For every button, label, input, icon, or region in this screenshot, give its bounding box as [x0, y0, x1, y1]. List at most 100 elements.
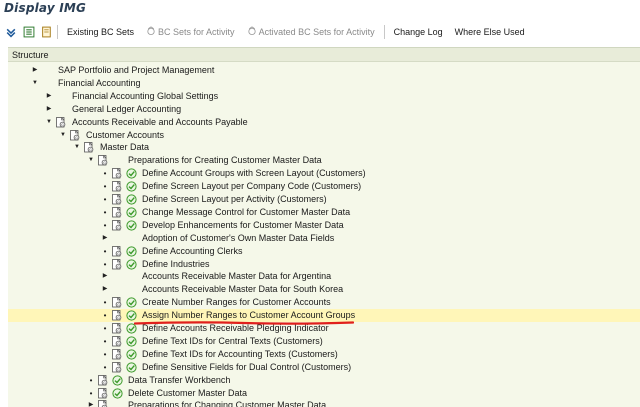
tree-node-general-ledger-accounting[interactable]: ▶ General Ledger Accounting [8, 103, 640, 116]
execute-activity-icon[interactable] [126, 245, 137, 257]
bc-set-doc-icon[interactable]: G [112, 323, 123, 334]
tree-node-label: Assign Number Ranges to Customer Account… [142, 310, 356, 321]
activated-bc-sets-for-activity-button[interactable]: Activated BC Sets for Activity [241, 23, 381, 41]
collapsed-triangle-icon[interactable]: ▶ [30, 64, 40, 77]
tree-node-adoption-of-customer-s-own-master-data-fields[interactable]: ▶ Adoption of Customer's Own Master Data … [8, 232, 640, 245]
execute-activity-icon[interactable] [126, 207, 137, 218]
tree-node-define-text-ids-for-accounting-texts-customers[interactable]: • G Define Text IDs for Accounting Texts (… [8, 348, 640, 361]
bc-set-doc-icon[interactable]: G [112, 348, 123, 360]
bc-set-doc-icon[interactable]: G [112, 206, 123, 218]
document-icon: G [98, 374, 108, 385]
svg-text:G: G [75, 136, 78, 140]
tree-node-preparations-for-creating-customer-master-data[interactable]: ▼ G Preparations for Creating Customer Mas… [8, 154, 640, 167]
tree-node-label: Accounts Receivable Master Data for Sout… [142, 284, 344, 295]
tree-node-sap-portfolio-and-project-management[interactable]: ▶ SAP Portfolio and Project Management [8, 64, 640, 77]
leaf-bullet-icon: • [103, 195, 107, 204]
tree-node-define-text-ids-for-central-texts-customers[interactable]: • G Define Text IDs for Central Texts (Cus… [8, 335, 640, 348]
collapsed-triangle-icon[interactable]: ▶ [100, 232, 110, 245]
expanded-triangle-icon[interactable]: ▼ [44, 116, 54, 129]
collapsed-triangle-icon[interactable]: ▶ [44, 103, 54, 116]
bc-set-doc-icon[interactable]: G [98, 400, 109, 407]
expand-icon-button[interactable] [4, 25, 18, 39]
existing-bc-sets-label: Existing BC Sets [67, 27, 135, 37]
notes-icon-button[interactable] [40, 25, 54, 39]
bc-set-doc-icon[interactable]: G [112, 310, 123, 321]
execute-activity-icon[interactable] [126, 168, 137, 179]
expanded-triangle-icon[interactable]: ▼ [58, 129, 68, 142]
leaf-bullet-icon: • [103, 324, 107, 333]
bc-set-doc-icon[interactable]: G [112, 181, 123, 192]
collapsed-triangle-icon[interactable]: ▶ [44, 90, 54, 103]
execute-activity-icon[interactable] [112, 374, 123, 386]
svg-text:G: G [117, 187, 120, 191]
execute-activity-icon[interactable] [126, 220, 137, 231]
tree-node-create-number-ranges-for-customer-accounts[interactable]: • G Create Number Ranges for Customer Acco… [8, 296, 640, 309]
tree-node-define-accounting-clerks[interactable]: • G Define Accounting Clerks [8, 245, 640, 258]
execute-activity-icon[interactable] [126, 362, 137, 373]
collapsed-triangle-icon[interactable]: ▶ [100, 270, 110, 283]
tree-node-develop-enhancements-for-customer-master-data[interactable]: • G Develop Enhancements for Customer Mast… [8, 219, 640, 232]
tree-node-preparations-for-changing-customer-master-data[interactable]: ▶G Preparations for Changing Customer Mas… [8, 399, 640, 407]
tree-node-accounts-receivable-and-accounts-payable[interactable]: ▼ G Accounts Receivable and Accounts Payab… [8, 116, 640, 129]
tree-node-define-industries[interactable]: • G Define Industries [8, 258, 640, 271]
svg-text:G: G [117, 265, 120, 269]
tree-node-customer-accounts[interactable]: ▼ G Customer Accounts [8, 129, 640, 142]
expanded-triangle-icon[interactable]: ▼ [30, 77, 40, 90]
document-icon: G [112, 194, 122, 205]
tree-node-define-sensitive-fields-for-dual-control-customers[interactable]: • G Define Sensitive Fields for Dual Contr… [8, 361, 640, 374]
tree-node-define-account-groups-with-screen-layout-customers[interactable]: • G Define Account Groups with Screen Layo… [8, 167, 640, 180]
where-else-used-button[interactable]: Where Else Used [449, 23, 531, 41]
tree-node-define-screen-layout-per-activity-customers[interactable]: • G Define Screen Layout per Activity (Cus… [8, 193, 640, 206]
bc-set-doc-icon[interactable]: G [98, 387, 109, 399]
execute-activity-icon[interactable] [126, 336, 137, 347]
tree-node-define-screen-layout-per-company-code-customers[interactable]: • G Define Screen Layout per Company Code … [8, 180, 640, 193]
tree-node-accounts-receivable-master-data-for-south-korea[interactable]: ▶ Accounts Receivable Master Data for Sou… [8, 283, 640, 296]
execute-activity-icon[interactable] [126, 181, 137, 192]
tree-node-label: Define Screen Layout per Company Code (C… [142, 181, 362, 192]
tree-node-label: Master Data [100, 142, 150, 153]
bc-set-doc-icon[interactable]: G [112, 297, 123, 308]
bc-set-doc-icon[interactable]: G [112, 361, 123, 373]
bc-set-doc-icon[interactable]: G [112, 245, 123, 257]
bc-set-doc-icon[interactable]: G [98, 374, 109, 386]
bc-sets-for-activity-button[interactable]: BC Sets for Activity [140, 23, 241, 41]
collapsed-triangle-icon[interactable]: ▶ [100, 283, 110, 296]
tree-node-master-data[interactable]: ▼ G Master Data [8, 141, 640, 154]
bc-set-doc-icon[interactable]: G [112, 258, 123, 270]
execute-activity-icon[interactable] [126, 258, 137, 270]
bc-set-doc-icon[interactable]: G [112, 219, 123, 231]
execute-check-icon [126, 310, 137, 321]
bc-set-doc-icon[interactable]: G [112, 194, 123, 205]
bc-set-doc-icon[interactable]: G [70, 129, 81, 141]
tree-node-accounts-receivable-master-data-for-argentina[interactable]: ▶ Accounts Receivable Master Data for Arg… [8, 270, 640, 283]
leaf-bullet-icon: • [103, 311, 107, 321]
existing-bc-sets-button[interactable]: Existing BC Sets [61, 23, 140, 41]
execute-activity-icon[interactable] [126, 310, 137, 321]
tree-node-financial-accounting[interactable]: ▼ Financial Accounting [8, 77, 640, 90]
tree-node-label: Delete Customer Master Data [128, 387, 248, 398]
execute-activity-icon[interactable] [126, 194, 137, 205]
expanded-triangle-icon[interactable]: ▼ [72, 141, 82, 154]
tree-node-change-message-control-for-customer-master-data[interactable]: • G Change Message Control for Customer Ma… [8, 206, 640, 219]
svg-text:G: G [103, 394, 106, 398]
expanded-triangle-icon[interactable]: ▼ [86, 154, 96, 167]
collapsed-triangle-icon[interactable]: ▶ [86, 399, 96, 407]
bc-set-doc-icon[interactable]: G [98, 155, 109, 166]
execute-activity-icon[interactable] [126, 349, 137, 360]
bc-set-doc-icon[interactable]: G [56, 116, 67, 128]
tree-node-delete-customer-master-data[interactable]: • G Delete Customer Master Data [8, 387, 640, 400]
activated-bc-sets-for-activity-label: Activated BC Sets for Activity [258, 27, 375, 37]
execute-activity-icon[interactable] [112, 387, 123, 399]
bc-set-doc-icon[interactable]: G [112, 335, 123, 347]
svg-text:G: G [61, 123, 64, 127]
bc-set-doc-icon[interactable]: G [112, 168, 123, 179]
img-structure-panel: Structure ▶ SAP Portfolio and Project Man… [8, 47, 640, 407]
tree-icon-button[interactable] [22, 25, 36, 39]
document-icon: G [56, 116, 66, 127]
svg-text:G: G [117, 200, 120, 204]
change-log-button[interactable]: Change Log [388, 23, 449, 41]
bc-set-doc-icon[interactable]: G [84, 142, 95, 153]
tree-node-data-transfer-workbench[interactable]: • G Data Transfer Workbench [8, 374, 640, 387]
execute-activity-icon[interactable] [126, 297, 137, 308]
tree-node-financial-accounting-global-settings[interactable]: ▶ Financial Accounting Global Settings [8, 90, 640, 103]
